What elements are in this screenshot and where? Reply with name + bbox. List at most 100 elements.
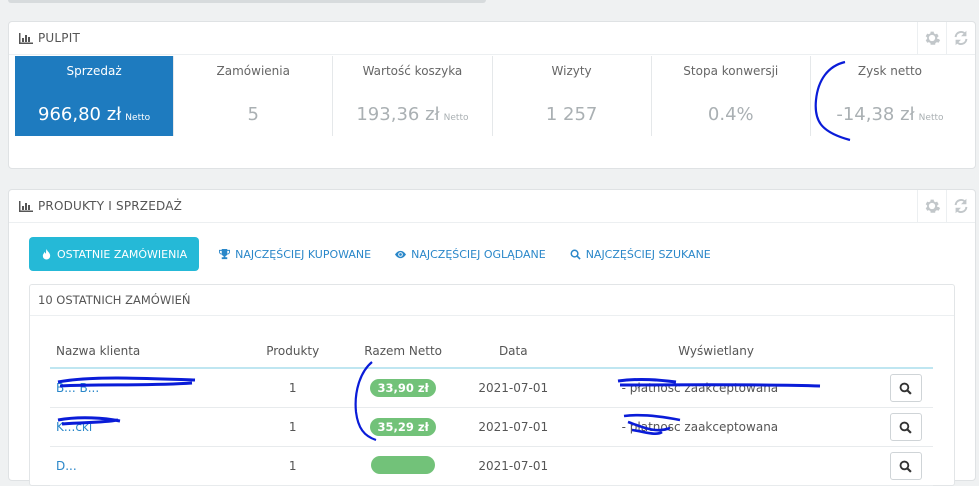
column-header[interactable]: Razem Netto [333,335,473,369]
kpi-unit: Netto [443,113,469,123]
tab-label: OSTATNIE ZAMÓWIENIA [57,247,188,261]
kpi-value: 966,80 zł Netto [15,104,173,125]
products-panel-header: PRODUKTY I SPRZEDAŻ [9,190,975,223]
kpi-value-text: 193,36 zł [356,104,440,125]
settings-button[interactable] [917,190,946,222]
client-cell: K...cki [50,407,253,447]
fire-icon [42,248,51,260]
kpi-label: Zysk netto [857,64,922,78]
table-header-row: Nazwa klienta Produkty Razem Netto Data … [50,335,933,369]
recent-orders-box: 10 OSTATNICH ZAMÓWIEŃ Nazwa klienta Prod… [29,284,955,486]
column-header[interactable]: Wyświetlany [553,335,879,369]
settings-button[interactable] [917,22,946,54]
kpi-value-text: 1 257 [545,104,598,125]
products-cell: 1 [252,446,334,486]
refresh-button[interactable] [946,22,975,54]
kpi-value-text: -14,38 zł [836,104,915,125]
actions-cell [878,446,933,486]
products-title-text: PRODUKTY I SPRZEDAŻ [38,199,183,213]
table-row[interactable]: D... 1 2021-07-01 [50,446,933,486]
kpi-conversion-rate[interactable]: Stopa konwersji 0.4% [652,56,811,136]
column-header[interactable]: Data [472,335,554,369]
tab-label: NAJCZĘŚCIEJ SZUKANE [585,247,711,261]
refresh-button[interactable] [946,190,975,222]
bar-chart-icon [19,32,33,44]
bar-chart-icon [19,200,33,212]
status-text: - płatnosc zaakceptowana [621,381,779,395]
kpi-value: 5 [174,104,332,125]
total-badge [371,455,436,474]
view-order-button[interactable] [889,413,922,441]
products-cell: 1 [252,407,334,447]
kpi-label: Stopa konwersji [683,64,779,78]
kpi-value: 0.4% [652,104,810,125]
products-cell: 1 [252,368,334,408]
gear-icon [925,199,941,213]
tab-recent-orders[interactable]: OSTATNIE ZAMÓWIENIA [29,237,200,271]
status-text: - płatnosc zaakceptowana [621,420,779,434]
status-cell: - płatnosc zaakceptowana [553,407,879,447]
kpi-label: Sprzedaż [66,64,122,78]
kpi-value-text: 5 [247,104,259,125]
kpi-orders[interactable]: Zamówienia 5 [174,56,334,136]
tab-label: NAJCZĘŚCIEJ KUPOWANE [235,247,372,261]
column-header[interactable]: Nazwa klienta [50,335,253,369]
total-cell: 35,29 zł [333,407,473,447]
status-cell: - płatnosc zaakceptowana [553,368,879,408]
dashboard-panel: PULPIT Sprzedaż 966,80 zł Netto Zamówieni… [8,21,976,169]
search-icon [570,249,581,260]
kpi-unit: Netto [125,113,151,123]
tab-most-searched[interactable]: NAJCZĘŚCIEJ SZUKANE [558,237,723,271]
dashboard-title-text: PULPIT [38,31,81,45]
tab-most-viewed[interactable]: NAJCZĘŚCIEJ OGLĄDANE [383,237,558,271]
kpi-value: 1 257 [493,104,651,125]
kpi-row: Sprzedaż 966,80 zł Netto Zamówienia 5 War… [15,56,969,136]
client-cell: D... [50,446,253,486]
kpi-visits[interactable]: Wizyty 1 257 [493,56,652,136]
kpi-label: Zamówienia [216,64,290,78]
view-order-button[interactable] [889,374,922,402]
kpi-sales[interactable]: Sprzedaż 966,80 zł Netto [15,56,175,136]
kpi-value: 193,36 zł Netto [333,104,491,125]
view-order-button[interactable] [889,452,922,480]
client-cell: B... B... [50,368,253,408]
date-cell: 2021-07-01 [472,446,554,486]
eye-icon [395,250,407,258]
magnifier-icon [899,421,912,434]
column-header[interactable]: Produkty [252,335,334,369]
actions-cell [878,368,933,408]
dashboard-title: PULPIT [19,31,80,45]
products-tabs: OSTATNIE ZAMÓWIENIA NAJCZĘŚCIEJ KUPOWANE… [29,237,723,271]
total-cell: 33,90 zł [333,368,473,408]
gear-icon [925,31,941,45]
date-cell: 2021-07-01 [472,407,554,447]
kpi-unit: Netto [918,113,944,123]
products-title: PRODUKTY I SPRZEDAŻ [19,199,182,213]
kpi-value-text: 0.4% [707,104,754,125]
kpi-cart-value[interactable]: Wartość koszyka 193,36 zł Netto [333,56,493,136]
table-row[interactable]: K...cki 1 35,29 zł 2021-07-01 - płatnosc… [50,407,933,447]
magnifier-icon [899,460,912,473]
recent-orders-title: 10 OSTATNICH ZAMÓWIEŃ [30,285,954,316]
table-row[interactable]: B... B... 1 33,90 zł 2021-07-01 - płatno… [50,368,933,408]
kpi-value: -14,38 zł Netto [811,104,969,125]
tab-label: NAJCZĘŚCIEJ OGLĄDANE [411,247,546,261]
dashboard-panel-header: PULPIT [9,22,975,55]
magnifier-icon [899,382,912,395]
client-link[interactable]: K...cki [56,420,92,434]
client-link[interactable]: D... [56,459,77,473]
client-link[interactable]: B... B... [56,381,99,395]
refresh-icon [954,30,968,46]
total-cell [333,446,473,486]
trophy-icon [219,248,231,259]
orders-table: Nazwa klienta Produkty Razem Netto Data … [50,335,933,486]
status-cell [553,446,879,486]
kpi-value-text: 966,80 zł [38,104,122,125]
products-panel: PRODUKTY I SPRZEDAŻ OSTATNIE ZAMÓWIENIA … [8,189,976,486]
tab-best-sellers[interactable]: NAJCZĘŚCIEJ KUPOWANE [207,237,383,271]
top-scroll-stub [8,0,486,3]
kpi-label: Wartość koszyka [362,64,463,78]
actions-cell [878,407,933,447]
column-header-actions [878,335,933,369]
kpi-net-profit[interactable]: Zysk netto -14,38 zł Netto [811,56,969,136]
